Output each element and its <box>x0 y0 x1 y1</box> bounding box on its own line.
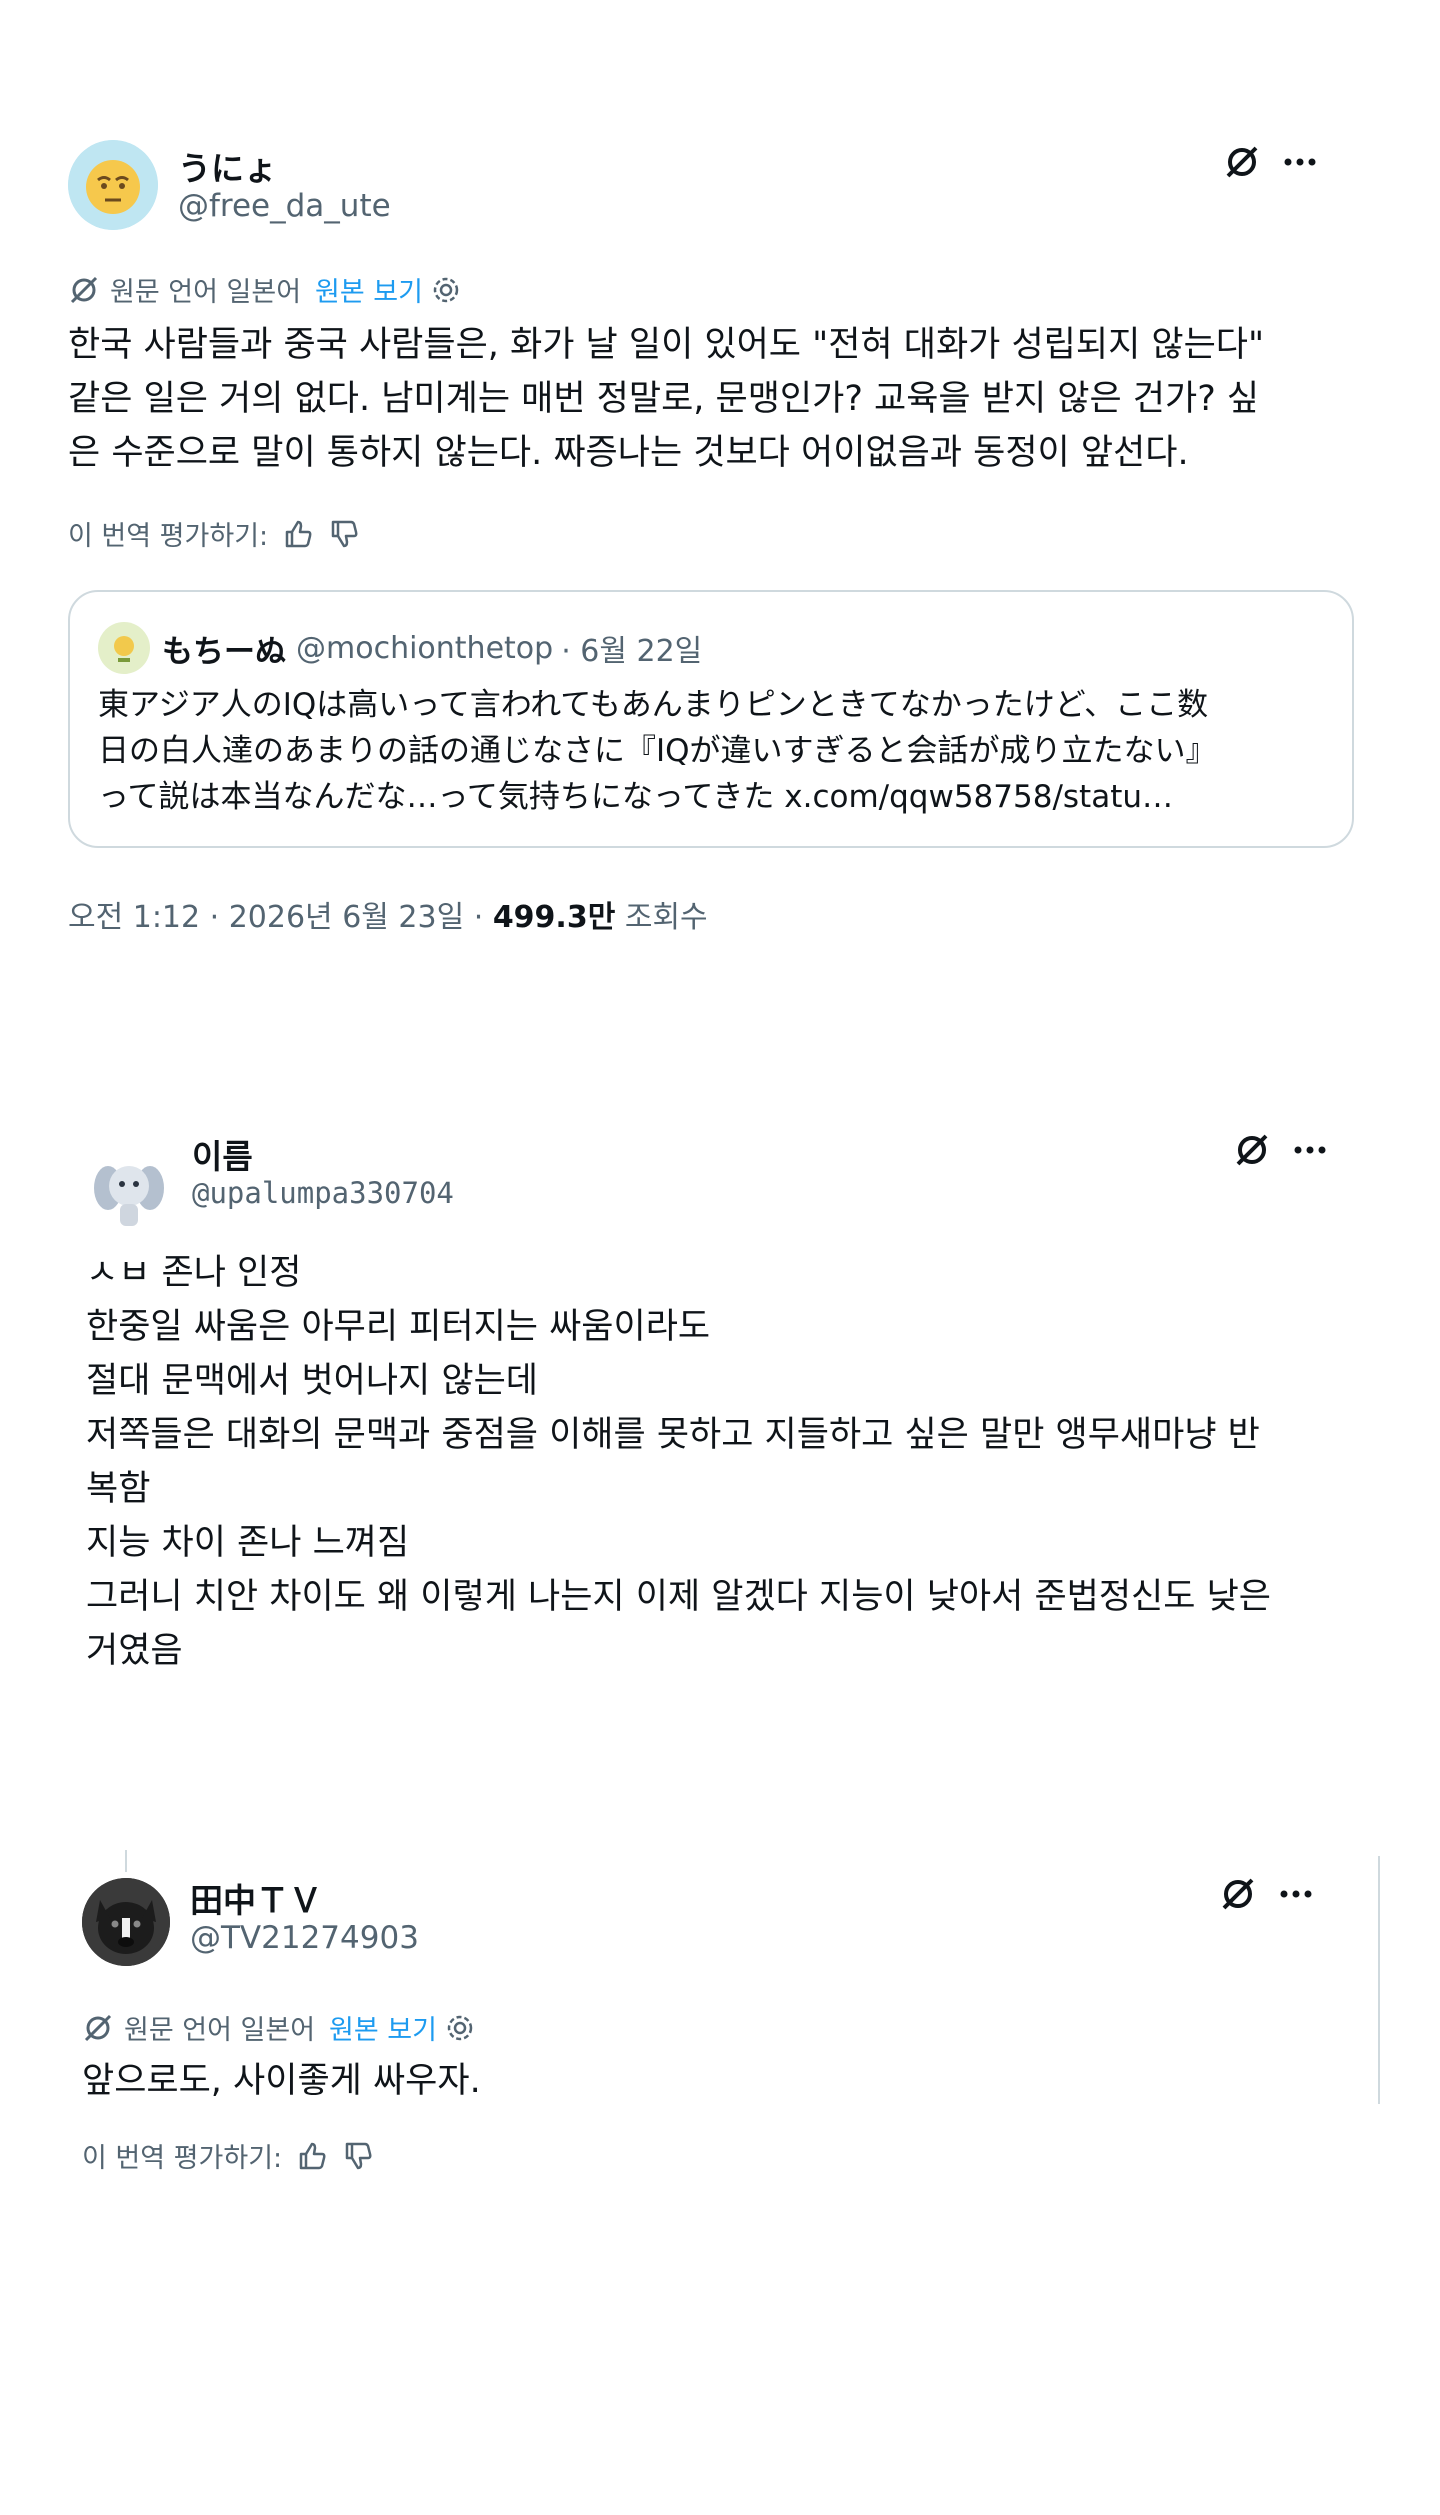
translation-label: 원문 언어 일본어 <box>110 277 302 308</box>
post-actions <box>1218 1874 1314 1914</box>
username-handle[interactable]: @free_da_ute <box>178 188 391 224</box>
emoji-face-icon <box>68 140 158 230</box>
post-timestamp[interactable]: 오전 1:12 · 2026년 6월 23일 · <box>68 900 483 935</box>
quote-header: もちーぬ @mochionthetop · 6월 22일 <box>98 622 702 674</box>
post-actions <box>1232 1130 1328 1170</box>
views-label: 조회수 <box>624 900 708 935</box>
more-icon[interactable] <box>1292 1144 1328 1156</box>
post-meta: 오전 1:12 · 2026년 6월 23일 · 499.3만 조회수 <box>68 892 708 936</box>
thread-right-border <box>1378 1856 1380 2104</box>
translate-icon <box>82 2012 114 2044</box>
avatar[interactable] <box>86 1148 172 1234</box>
grok-icon[interactable] <box>1232 1130 1272 1170</box>
username-handle[interactable]: @TV21274903 <box>190 1920 419 1956</box>
rate-label: 이 번역 평가하기: <box>82 2143 283 2174</box>
thumbs-down-icon[interactable] <box>342 2140 374 2172</box>
post-1: うにょ @free_da_ute 원문 언어 일본어 원본 보기 한국 사람들과… <box>0 0 1440 960</box>
more-icon[interactable] <box>1282 156 1318 168</box>
quote-handle: @mochionthetop <box>296 630 554 666</box>
translation-notice: 원문 언어 일본어 원본 보기 <box>82 2008 475 2047</box>
translation-notice: 원문 언어 일본어 원본 보기 <box>68 270 461 309</box>
rate-label: 이 번역 평가하기: <box>68 521 269 552</box>
quote-text: 東アジア人のIQは高いって言われてもあんまりピンときてなかったけど、ここ数 日の… <box>98 687 1217 815</box>
thumbs-down-icon[interactable] <box>328 518 360 550</box>
grok-icon[interactable] <box>1222 142 1262 182</box>
rate-translation: 이 번역 평가하기: <box>68 514 360 553</box>
thread-line-top <box>125 1850 127 1872</box>
plush-avatar-icon <box>94 1166 164 1226</box>
quote-date: · 6월 22일 <box>561 634 703 669</box>
views-count: 499.3만 <box>492 900 616 935</box>
gear-icon[interactable] <box>431 275 461 305</box>
quote-display-name: もちーぬ <box>162 633 286 670</box>
display-name[interactable]: 田中ＴＶ <box>190 1874 322 1922</box>
translation-label: 원문 언어 일본어 <box>124 2015 316 2046</box>
post-actions <box>1222 142 1318 182</box>
more-icon[interactable] <box>1278 1888 1314 1900</box>
dog-avatar-icon <box>82 1878 170 1966</box>
post-2: 이름 @upalumpa330704 ㅅㅂ 존나 인정 한중일 싸움은 아무리 … <box>0 1100 1440 1740</box>
thumbs-up-icon[interactable] <box>282 518 314 550</box>
post-text: 한국 사람들과 중국 사람들은, 화가 날 일이 있어도 "전혀 대화가 성립되… <box>68 325 1265 473</box>
quote-avatar[interactable] <box>98 622 150 674</box>
post-text: ㅅㅂ 존나 인정 한중일 싸움은 아무리 피터지는 싸움이라도 절대 문맥에서 … <box>86 1253 1271 1671</box>
translate-icon <box>68 274 100 306</box>
username-handle[interactable]: @upalumpa330704 <box>192 1176 454 1210</box>
post-text: 앞으로도, 사이좋게 싸우자. <box>82 2061 481 2101</box>
display-name[interactable]: 이름 <box>192 1130 253 1178</box>
quoted-post[interactable]: もちーぬ @mochionthetop · 6월 22일 東アジア人のIQは高い… <box>68 590 1354 848</box>
post-3: 田中ＴＶ @TV21274903 원문 언어 일본어 원본 보기 앞으로도, 사… <box>0 1850 1440 2250</box>
gear-icon[interactable] <box>445 2013 475 2043</box>
avatar[interactable] <box>82 1878 170 1966</box>
avatar[interactable] <box>68 140 158 230</box>
show-original-link[interactable]: 원본 보기 <box>329 2008 437 2047</box>
thumbs-up-icon[interactable] <box>296 2140 328 2172</box>
display-name[interactable]: うにょ <box>178 142 277 190</box>
grok-icon[interactable] <box>1218 1874 1258 1914</box>
show-original-link[interactable]: 원본 보기 <box>315 270 423 309</box>
rate-translation: 이 번역 평가하기: <box>82 2136 374 2175</box>
